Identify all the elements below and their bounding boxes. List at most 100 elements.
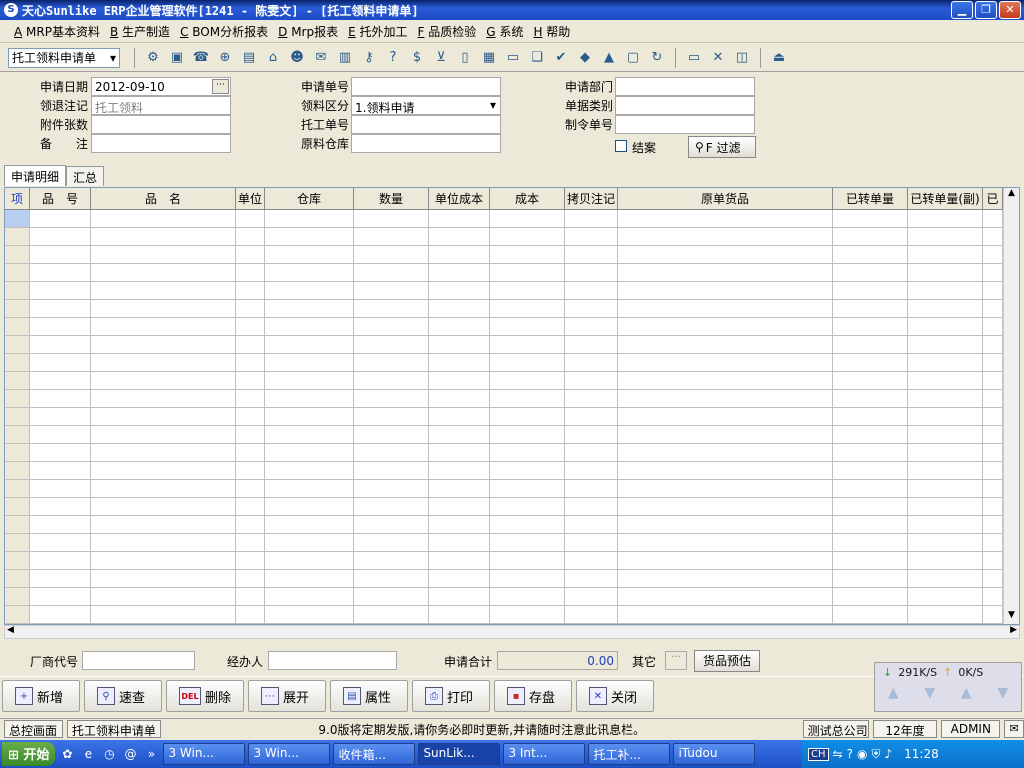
table-cell[interactable] — [908, 534, 983, 551]
table-cell[interactable] — [618, 480, 833, 497]
table-cell[interactable] — [30, 516, 91, 533]
table-row[interactable] — [5, 408, 1005, 426]
table-cell[interactable] — [429, 318, 490, 335]
table-cell[interactable] — [5, 210, 30, 227]
table-cell[interactable] — [265, 390, 354, 407]
menu-bom-report[interactable]: C BOM分析报表 — [180, 23, 268, 40]
table-cell[interactable] — [429, 228, 490, 245]
table-cell[interactable] — [429, 282, 490, 299]
scroll-down-icon[interactable]: ▼ — [1004, 610, 1019, 624]
table-cell[interactable] — [5, 300, 30, 317]
table-cell[interactable] — [565, 588, 618, 605]
book-icon[interactable]: ▥ — [335, 48, 355, 68]
table-cell[interactable] — [618, 264, 833, 281]
table-cell[interactable] — [490, 570, 565, 587]
table-cell[interactable] — [91, 282, 236, 299]
table-cell[interactable] — [833, 390, 908, 407]
menu-mrp-report[interactable]: D Mrp报表 — [278, 23, 338, 40]
table-cell[interactable] — [5, 552, 30, 569]
table-cell[interactable] — [354, 264, 429, 281]
table-cell[interactable] — [236, 534, 265, 551]
table-cell[interactable] — [908, 570, 983, 587]
table-cell[interactable] — [908, 480, 983, 497]
table-cell[interactable] — [354, 444, 429, 461]
mail-icon[interactable]: ✉ — [1004, 719, 1024, 738]
task-item[interactable]: 3 Win... — [163, 743, 246, 765]
table-cell[interactable] — [354, 606, 429, 623]
table-cell[interactable] — [236, 516, 265, 533]
table-cell[interactable] — [908, 606, 983, 623]
table-cell[interactable] — [91, 588, 236, 605]
table-cell[interactable] — [833, 480, 908, 497]
bell-icon[interactable]: ◆ — [575, 48, 595, 68]
close-checkbox[interactable] — [615, 140, 627, 152]
table-cell[interactable] — [265, 246, 354, 263]
table-cell[interactable] — [236, 372, 265, 389]
table-cell[interactable] — [833, 372, 908, 389]
table-cell[interactable] — [5, 570, 30, 587]
col-unit-cost[interactable]: 单位成本 — [429, 188, 490, 209]
table-row[interactable] — [5, 336, 1005, 354]
table-cell[interactable] — [354, 426, 429, 443]
table-cell[interactable] — [91, 300, 236, 317]
table-cell[interactable] — [833, 426, 908, 443]
table-cell[interactable] — [429, 336, 490, 353]
table-cell[interactable] — [565, 516, 618, 533]
table-cell[interactable] — [5, 588, 30, 605]
table-cell[interactable] — [265, 534, 354, 551]
table-cell[interactable] — [30, 588, 91, 605]
return-field[interactable]: 托工领料 — [91, 96, 231, 115]
table-cell[interactable] — [265, 372, 354, 389]
table-cell[interactable] — [236, 570, 265, 587]
table-cell[interactable] — [354, 228, 429, 245]
money-icon[interactable]: $ — [407, 48, 427, 68]
apply-date-field[interactable]: 2012-09-10 — [91, 77, 231, 96]
table-cell[interactable] — [429, 408, 490, 425]
table-cell[interactable] — [354, 246, 429, 263]
table-cell[interactable] — [490, 300, 565, 317]
task-item[interactable]: 托工补... — [588, 743, 671, 765]
table-cell[interactable] — [565, 264, 618, 281]
date-picker-button[interactable]: ··· — [212, 79, 229, 94]
exit-icon[interactable]: ⏏ — [769, 48, 789, 68]
table-cell[interactable] — [5, 390, 30, 407]
table-cell[interactable] — [565, 210, 618, 227]
table-cell[interactable] — [265, 570, 354, 587]
table-cell[interactable] — [565, 408, 618, 425]
clock-icon[interactable]: ◷ — [100, 745, 118, 763]
table-cell[interactable] — [354, 498, 429, 515]
shield-icon[interactable]: ⛨ — [871, 747, 880, 762]
table-cell[interactable] — [5, 372, 30, 389]
menu-production[interactable]: B 生产制造 — [110, 23, 170, 40]
menu-mrp-basic[interactable]: A MRP基本资料 — [14, 23, 100, 40]
refresh-icon[interactable]: ↻ — [647, 48, 667, 68]
table-cell[interactable] — [91, 606, 236, 623]
table-cell[interactable] — [5, 282, 30, 299]
more-icon[interactable]: » — [142, 745, 160, 763]
table-cell[interactable] — [91, 570, 236, 587]
table-cell[interactable] — [908, 282, 983, 299]
table-cell[interactable] — [30, 408, 91, 425]
table-cell[interactable] — [618, 426, 833, 443]
table-cell[interactable] — [618, 228, 833, 245]
table-cell[interactable] — [354, 354, 429, 371]
table-cell[interactable] — [618, 516, 833, 533]
table-cell[interactable] — [618, 606, 833, 623]
scroll-left-icon[interactable]: ◀ — [7, 625, 14, 635]
table-cell[interactable] — [833, 336, 908, 353]
table-cell[interactable] — [5, 534, 30, 551]
table-cell[interactable] — [490, 534, 565, 551]
table-cell[interactable] — [354, 282, 429, 299]
table-cell[interactable] — [565, 372, 618, 389]
col-transferred-sub[interactable]: 已转单量(副) — [908, 188, 983, 209]
table-cell[interactable] — [354, 552, 429, 569]
table-cell[interactable] — [833, 462, 908, 479]
start-button[interactable]: ⊞ 开始 — [2, 742, 56, 766]
table-cell[interactable] — [30, 390, 91, 407]
table-cell[interactable] — [565, 552, 618, 569]
table-cell[interactable] — [908, 372, 983, 389]
table-cell[interactable] — [429, 552, 490, 569]
table-cell[interactable] — [30, 372, 91, 389]
table-row[interactable] — [5, 462, 1005, 480]
other-button[interactable]: ··· — [665, 651, 687, 670]
